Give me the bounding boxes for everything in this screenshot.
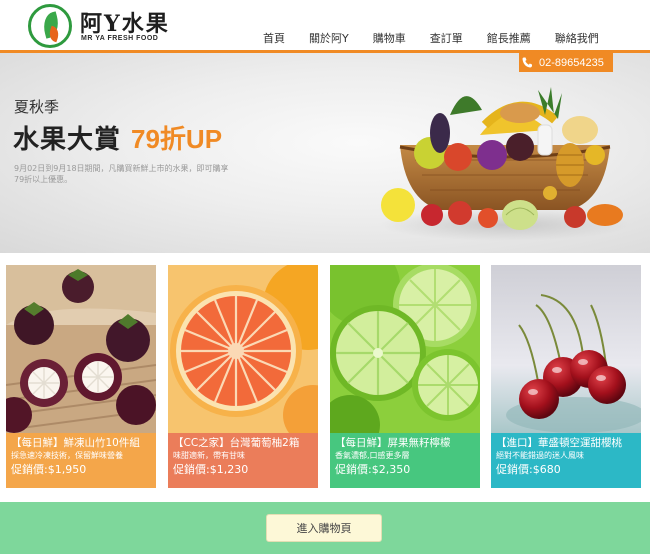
site-header: 阿Y水果 MR YA FRESH FOOD 首頁 關於阿Y 購物車 查訂單 館長… (0, 0, 650, 52)
nav-cart[interactable]: 購物車 (361, 30, 418, 46)
grapefruit-image (168, 265, 318, 433)
nav-orders[interactable]: 查訂單 (418, 30, 475, 46)
nav-about[interactable]: 關於阿Y (297, 30, 361, 46)
product-name: 【每日鮮】鮮凍山竹10件組 (11, 437, 140, 449)
brand-name: 阿Y水果 (80, 11, 170, 37)
site-logo[interactable]: 阿Y水果 MR YA FRESH FOOD (28, 4, 168, 48)
banner-season: 夏秋季 (14, 98, 60, 116)
promo-banner: 夏秋季 水果大賞 79折UP 9月02日到9月18日期間，凡購買新鮮上市的水果，即… (0, 53, 650, 253)
cherry-image (491, 265, 641, 433)
product-price: 促銷價:$2,350 (335, 463, 411, 476)
lemon-image (330, 265, 480, 433)
product-price: 促銷價:$680 (496, 463, 561, 476)
nav-contact[interactable]: 聯絡我們 (543, 30, 611, 46)
product-desc: 採急速冷凍技術，保留鮮味營養 (11, 451, 123, 460)
product-card-grapefruit[interactable]: 【CC之家】台灣葡萄柚2箱 味甜適新，帶有甘味 促銷價:$1,230 (168, 265, 318, 488)
product-card-mangosteen[interactable]: 【每日鮮】鮮凍山竹10件組 採急速冷凍技術，保留鮮味營養 促銷價:$1,950 (6, 265, 156, 488)
product-info: 【每日鮮】屏果無籽檸檬 香氣濃郁,口感更多層 促銷價:$2,350 (330, 433, 480, 488)
enter-shop-button[interactable]: 進入購物頁 (266, 514, 382, 542)
product-name: 【每日鮮】屏果無籽檸檬 (335, 437, 451, 449)
product-price: 促銷價:$1,230 (173, 463, 249, 476)
logo-leaf-icon (28, 4, 72, 48)
product-card-cherry[interactable]: 【進口】華盛頓空運甜櫻桃 絕對不能錯過的迷人風味 促銷價:$680 (491, 265, 641, 488)
brand-subtitle: MR YA FRESH FOOD (81, 35, 159, 42)
product-name: 【進口】華盛頓空運甜櫻桃 (496, 437, 622, 449)
product-info: 【CC之家】台灣葡萄柚2箱 味甜適新，帶有甘味 促銷價:$1,230 (168, 433, 318, 488)
banner-discount: 79折UP (131, 124, 223, 154)
nav-home[interactable]: 首頁 (249, 30, 297, 46)
product-info: 【每日鮮】鮮凍山竹10件組 採急速冷凍技術，保留鮮味營養 促銷價:$1,950 (6, 433, 156, 488)
product-name: 【CC之家】台灣葡萄柚2箱 (173, 437, 300, 449)
phone-contact[interactable]: 02-89654235 (519, 53, 613, 72)
product-desc: 味甜適新，帶有甘味 (173, 451, 245, 460)
mangosteen-image (6, 265, 156, 433)
product-desc: 香氣濃郁,口感更多層 (335, 451, 410, 460)
footer-strip: 進入購物頁 (0, 502, 650, 554)
product-price: 促銷價:$1,950 (11, 463, 87, 476)
product-card-lemon[interactable]: 【每日鮮】屏果無籽檸檬 香氣濃郁,口感更多層 促銷價:$2,350 (330, 265, 480, 488)
nav-recommend[interactable]: 館長推薦 (475, 30, 543, 46)
fruit-basket-image (370, 75, 630, 245)
phone-number: 02-89654235 (539, 56, 604, 69)
banner-description: 9月02日到9月18日期間，凡購買新鮮上市的水果，即可購享79折以上優惠。 (14, 164, 229, 184)
banner-title-text: 水果大賞 (13, 125, 122, 155)
product-info: 【進口】華盛頓空運甜櫻桃 絕對不能錯過的迷人風味 促銷價:$680 (491, 433, 641, 488)
product-desc: 絕對不能錯過的迷人風味 (496, 451, 584, 460)
phone-icon (519, 53, 535, 72)
banner-title: 水果大賞 79折UP (13, 119, 222, 156)
main-nav: 首頁 關於阿Y 購物車 查訂單 館長推薦 聯絡我們 (249, 30, 611, 46)
